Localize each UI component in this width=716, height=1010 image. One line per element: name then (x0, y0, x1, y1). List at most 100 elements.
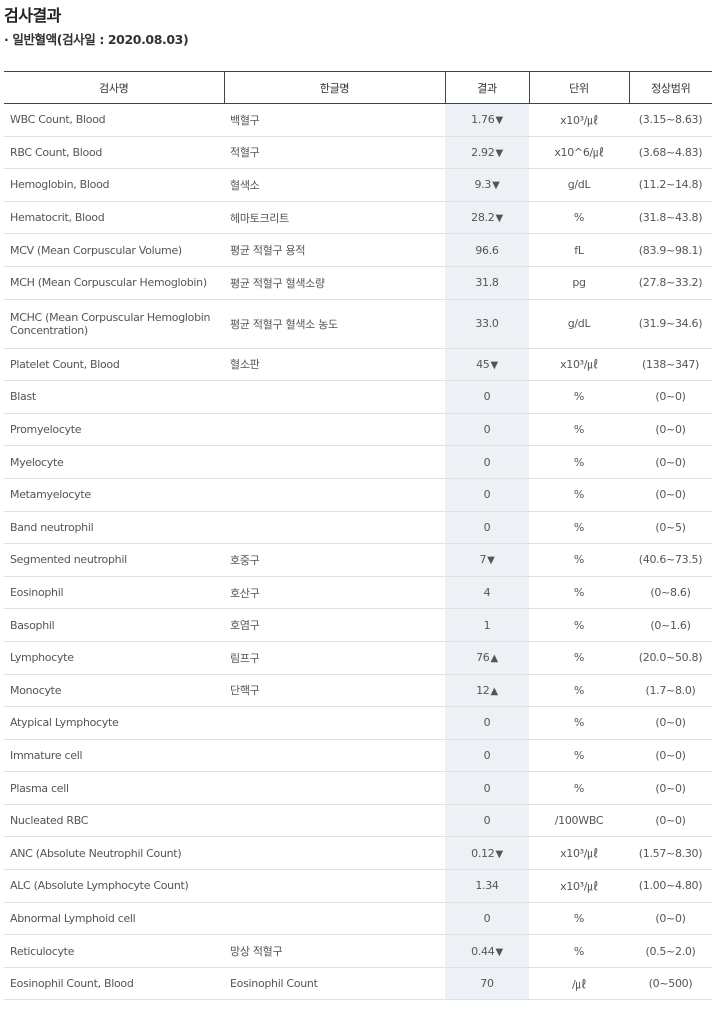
unit-cell: % (529, 771, 629, 805)
test-name-cell: ANC (Absolute Neutrophil Count) (4, 836, 224, 871)
down-triangle-icon: ▼ (495, 115, 503, 127)
result-value: 12 (476, 683, 490, 697)
korean-name-cell (224, 706, 445, 740)
result-cell: 0 (445, 706, 529, 740)
unit-cell: % (529, 413, 629, 447)
korean-name-cell: 평균 적혈구 혈색소량 (224, 266, 445, 300)
table-row: Atypical Lymphocyte 0% (0~0) (4, 706, 712, 740)
result-cell: 7▼ (445, 543, 529, 577)
test-name-cell: Eosinophil Count, Blood (4, 967, 224, 1001)
result-value: 7 (479, 553, 487, 567)
normal-range-cell: (3.15~8.63) (629, 103, 712, 137)
result-cell: 2.92▼ (445, 136, 529, 170)
result-value: 9.3 (474, 178, 492, 192)
header-result: 결과 (444, 71, 529, 104)
result-cell: 45▼ (445, 348, 529, 382)
result-value: 0 (483, 390, 491, 404)
unit-cell: % (529, 201, 629, 235)
normal-range-cell: (0~1.6) (629, 608, 712, 642)
table-row: Basophil 호염구 1% (0~1.6) (4, 608, 712, 642)
korean-name-cell: 혈색소 (224, 168, 445, 202)
result-value: 70 (480, 977, 494, 991)
korean-name-cell: 적혈구 (224, 136, 445, 170)
korean-name-cell (224, 380, 445, 414)
korean-name-cell (224, 413, 445, 447)
result-value: 0 (483, 520, 491, 534)
result-value: 0.12 (471, 846, 495, 860)
table-row: Eosinophil 호산구 4% (0~8.6) (4, 576, 712, 610)
test-name-cell: Atypical Lymphocyte (4, 706, 224, 740)
result-value: 45 (476, 357, 490, 371)
unit-cell: g/dL (529, 168, 629, 202)
normal-range-cell: (0~0) (629, 706, 712, 740)
result-cell: 70 (445, 967, 529, 1001)
table-row: RBC Count, Blood 적혈구 2.92▼ x10^6/㎕ (3.68~4.8… (4, 136, 712, 170)
result-cell: 0 (445, 804, 529, 838)
down-triangle-icon: ▼ (490, 359, 499, 371)
test-name-cell: WBC Count, Blood (4, 103, 224, 137)
normal-range-cell: (0~0) (629, 380, 712, 414)
normal-range-cell: (40.6~73.5) (629, 543, 712, 577)
korean-name-cell: 헤마토크리트 (224, 201, 445, 235)
normal-range-cell: (20.0~50.8) (629, 641, 712, 675)
result-value: 1.76 (471, 113, 495, 127)
result-cell: 0 (445, 511, 529, 545)
unit-cell: % (529, 934, 629, 968)
table-row: Blast 0% (0~0) (4, 380, 712, 414)
korean-name-cell (224, 804, 445, 838)
unit-cell: % (529, 445, 629, 479)
test-name-cell: Reticulocyte (4, 934, 224, 968)
result-cell: 4 (445, 576, 529, 610)
korean-name-cell: 평균 적혈구 용적 (224, 233, 445, 267)
table-row: Promyelocyte 0% (0~0) (4, 413, 712, 447)
table-row: Band neutrophil 0% (0~5) (4, 511, 712, 545)
result-cell: 1.76▼ (445, 103, 529, 137)
unit-cell: % (529, 511, 629, 545)
result-value: 0 (483, 716, 491, 730)
result-value: 0 (483, 748, 491, 762)
normal-range-cell: (0~0) (629, 902, 712, 936)
korean-name-cell: 호산구 (224, 576, 445, 610)
table-row: Myelocyte 0% (0~0) (4, 445, 712, 479)
unit-cell: % (529, 478, 629, 512)
korean-name-cell (224, 511, 445, 545)
normal-range-cell: (11.2~14.8) (629, 168, 712, 202)
normal-range-cell: (0~0) (629, 413, 712, 447)
result-value: 1 (483, 618, 491, 632)
unit-cell: % (529, 608, 629, 642)
result-cell: 12▲ (445, 674, 529, 708)
result-value: 2.92 (471, 145, 495, 159)
normal-range-cell: (138~347) (629, 348, 712, 382)
test-name-cell: MCHC (Mean Corpuscular Hemoglobin Concen… (4, 299, 224, 349)
page-title: 검사결과 (4, 6, 61, 25)
unit-cell: x10³/㎕ (529, 348, 629, 382)
unit-cell: x10³/㎕ (529, 869, 629, 903)
korean-name-cell: 단핵구 (224, 674, 445, 708)
test-name-cell: ALC (Absolute Lymphocyte Count) (4, 869, 224, 903)
test-name-cell: Eosinophil (4, 576, 224, 610)
header-test-name: 검사명 (4, 71, 224, 104)
korean-name-cell (224, 771, 445, 805)
table-row: ANC (Absolute Neutrophil Count) 0.12▼ x10³… (4, 836, 712, 871)
result-value: 0 (483, 488, 491, 502)
result-value: 0 (483, 814, 491, 828)
korean-name-cell (224, 902, 445, 936)
korean-name-cell (224, 869, 445, 903)
normal-range-cell: (31.9~34.6) (629, 299, 712, 349)
result-cell: 9.3▼ (445, 168, 529, 202)
header-normal-range: 정상범위 (628, 71, 712, 104)
normal-range-cell: (1.57~8.30) (629, 836, 712, 871)
korean-name-cell (224, 739, 445, 773)
table-row: Plasma cell 0% (0~0) (4, 771, 712, 805)
table-row: MCH (Mean Corpuscular Hemoglobin) 평균 적혈구 … (4, 266, 712, 300)
test-name-cell: Hematocrit, Blood (4, 201, 224, 235)
results-table: 검사명 한글명 결과 단위 정상범위 WBC Count, Blood 백혈구 1.… (4, 71, 712, 1001)
table-row: MCHC (Mean Corpuscular Hemoglobin Concen… (4, 299, 712, 349)
table-header-row: 검사명 한글명 결과 단위 정상범위 (4, 71, 712, 104)
unit-cell: % (529, 706, 629, 740)
result-value: 33.0 (475, 317, 499, 331)
test-name-cell: Promyelocyte (4, 413, 224, 447)
normal-range-cell: (0~0) (629, 478, 712, 512)
result-cell: 0 (445, 771, 529, 805)
header-unit: 단위 (528, 71, 629, 104)
